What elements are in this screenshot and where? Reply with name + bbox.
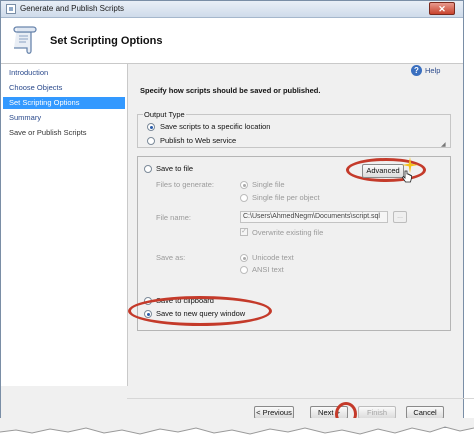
save-specific-location-label: Save scripts to a specific location: [160, 122, 271, 131]
advanced-button[interactable]: Advanced: [362, 164, 404, 178]
ansi-text-radio[interactable]: [240, 266, 248, 274]
save-to-file-label: Save to file: [156, 164, 194, 173]
sidebar-item-set-scripting-options[interactable]: Set Scripting Options: [3, 97, 125, 109]
single-file-per-object-radio[interactable]: [240, 194, 248, 202]
save-to-query-window-label: Save to new query window: [156, 309, 246, 318]
window-title: Generate and Publish Scripts: [20, 4, 125, 13]
file-name-input[interactable]: C:\Users\AhmedNegm\Documents\script.sql: [240, 211, 388, 223]
publish-web-service-label: Publish to Web service: [160, 136, 237, 145]
page-title: Set Scripting Options: [50, 35, 163, 47]
save-as-label: Save as:: [156, 253, 186, 262]
sidebar-item-introduction[interactable]: Introduction: [3, 67, 125, 79]
file-name-label: File name:: [156, 213, 192, 222]
sidebar-item-summary[interactable]: Summary: [3, 112, 125, 124]
save-to-query-window-radio[interactable]: [144, 310, 152, 318]
publish-web-service-radio[interactable]: [147, 137, 155, 145]
hand-cursor-icon: [402, 170, 412, 183]
close-button[interactable]: ✕: [429, 2, 455, 15]
single-file-radio[interactable]: [240, 181, 248, 189]
help-link[interactable]: Help: [425, 66, 440, 75]
single-file-label: Single file: [252, 180, 285, 189]
save-specific-location-radio[interactable]: [147, 123, 155, 131]
ansi-text-label: ANSI text: [252, 265, 284, 274]
help-icon[interactable]: ?: [411, 65, 422, 76]
resize-grip-icon: ◢: [441, 142, 446, 148]
wizard-header: Set Scripting Options: [1, 18, 463, 64]
browse-button[interactable]: ...: [393, 211, 407, 223]
torn-edge-decoration: [0, 418, 474, 435]
overwrite-checkbox[interactable]: ✓: [240, 228, 248, 236]
sidebar-item-choose-objects[interactable]: Choose Objects: [3, 82, 125, 94]
sidebar-item-save-or-publish[interactable]: Save or Publish Scripts: [3, 127, 125, 139]
wizard-sidebar: Introduction Choose Objects Set Scriptin…: [1, 64, 128, 386]
instruction-text: Specify how scripts should be saved or p…: [140, 86, 321, 95]
title-bar: Generate and Publish Scripts ✕: [1, 1, 463, 18]
save-to-file-radio[interactable]: [144, 165, 152, 173]
unicode-text-radio[interactable]: [240, 254, 248, 262]
footer-divider: [127, 398, 474, 399]
single-file-per-object-label: Single file per object: [252, 193, 320, 202]
unicode-text-label: Unicode text: [252, 253, 294, 262]
overwrite-label: Overwrite existing file: [252, 228, 324, 237]
output-type-legend: Output Type: [143, 110, 186, 119]
app-icon: [6, 4, 16, 14]
script-scroll-icon: [13, 26, 37, 54]
files-to-generate-label: Files to generate:: [156, 180, 214, 189]
